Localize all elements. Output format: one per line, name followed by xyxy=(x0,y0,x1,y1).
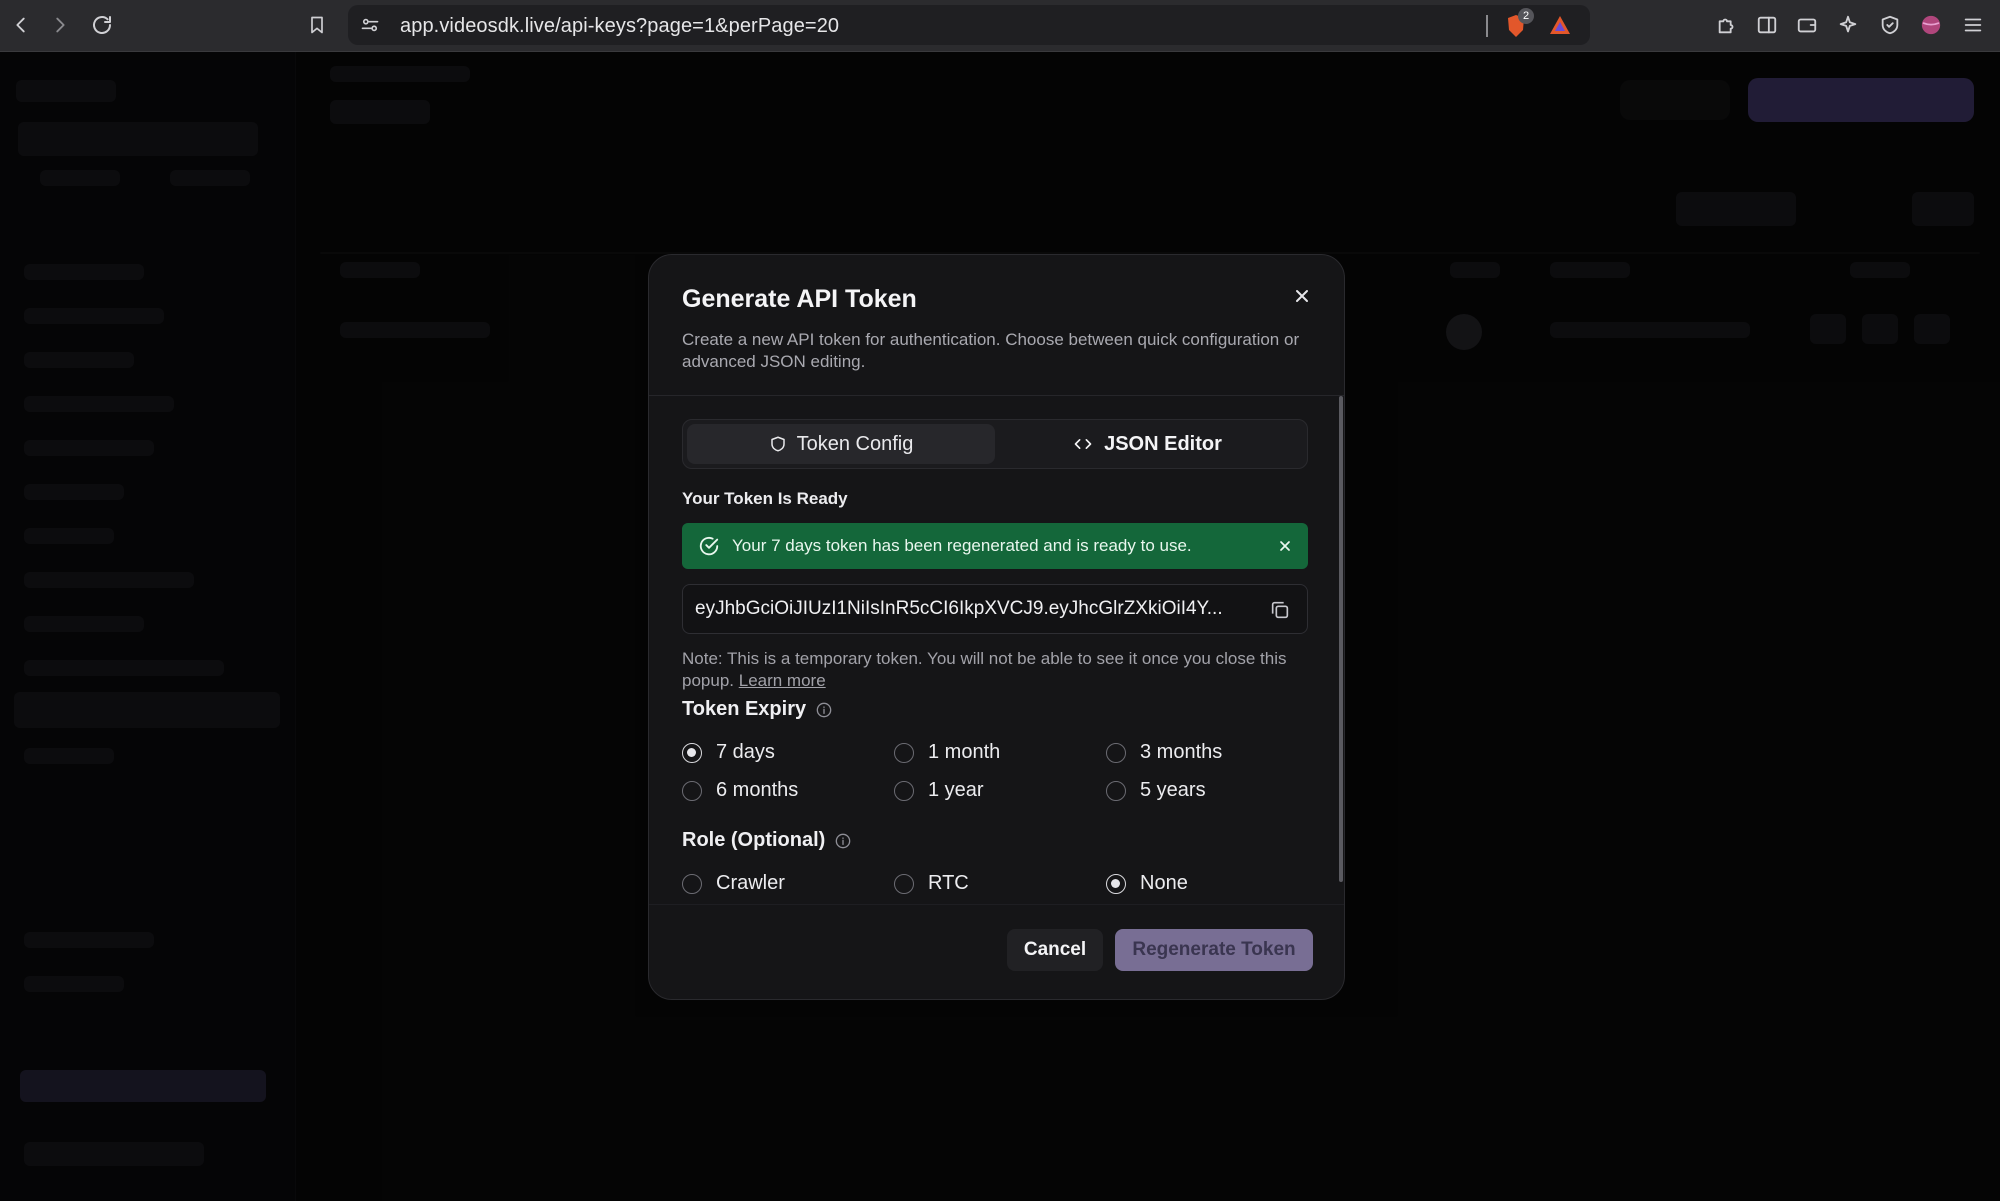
leo-ai-button[interactable] xyxy=(1833,10,1863,40)
alert-dismiss-button[interactable] xyxy=(1274,535,1296,557)
profile-avatar[interactable] xyxy=(1916,10,1946,40)
radio-indicator xyxy=(682,742,702,763)
reload-icon xyxy=(93,16,111,34)
radio-indicator xyxy=(682,873,702,894)
learn-more-link[interactable]: Learn more xyxy=(739,671,826,690)
radio-indicator xyxy=(894,780,914,801)
info-icon xyxy=(816,702,832,717)
expiry-option-1-month[interactable]: 1 month xyxy=(894,741,1000,764)
puzzle-icon xyxy=(1718,18,1734,34)
browser-toolbar: app.videosdk.live/api-keys?page=1&perPag… xyxy=(0,0,2000,52)
expiry-option-1-year[interactable]: 1 year xyxy=(894,779,984,802)
radio-indicator xyxy=(682,780,702,801)
radio-label: Crawler xyxy=(716,872,785,894)
code-icon xyxy=(1074,439,1092,449)
brave-shields-icon[interactable]: 2 xyxy=(1504,8,1534,39)
url-text: app.videosdk.live/api-keys?page=1&perPag… xyxy=(400,15,840,37)
expiry-option-5-years[interactable]: 5 years xyxy=(1106,779,1206,802)
mode-tabs: Token Config JSON Editor xyxy=(682,419,1308,469)
info-icon xyxy=(835,833,851,848)
forward-button[interactable] xyxy=(45,10,75,40)
shield-icon xyxy=(770,436,785,452)
tab-label: JSON Editor xyxy=(1104,432,1222,455)
expiry-option-6-months[interactable]: 6 months xyxy=(682,779,798,802)
tab-label: Token Config xyxy=(796,432,914,455)
cancel-button[interactable]: Cancel xyxy=(1007,929,1103,971)
radio-label: 1 month xyxy=(928,741,1001,763)
role-heading: Role (Optional) xyxy=(682,829,851,852)
token-expiry-heading: Token Expiry xyxy=(682,698,832,721)
radio-label: 7 days xyxy=(716,741,775,763)
radio-label: 5 years xyxy=(1140,779,1206,801)
chevron-right-icon xyxy=(56,17,65,33)
check-circle-icon xyxy=(699,536,719,556)
url-divider xyxy=(1486,15,1488,37)
close-icon xyxy=(1296,290,1308,302)
extensions-button[interactable] xyxy=(1712,10,1742,40)
expiry-option-7-days[interactable]: 7 days xyxy=(682,741,775,764)
role-option-none[interactable]: None xyxy=(1106,872,1188,895)
menu-button[interactable] xyxy=(1958,10,1988,40)
reload-button[interactable] xyxy=(87,10,117,40)
wallet-button[interactable] xyxy=(1792,10,1822,40)
radio-indicator xyxy=(1106,742,1126,763)
bookmark-button[interactable] xyxy=(302,10,332,40)
alert-message: Your 7 days token has been regenerated a… xyxy=(732,536,1192,555)
bookmark-icon xyxy=(311,16,323,34)
generate-token-dialog: Generate API Token Create a new API toke… xyxy=(648,254,1345,1000)
role-option-rtc[interactable]: RTC xyxy=(894,872,969,895)
copy-token-button[interactable] xyxy=(1267,597,1293,623)
radio-label: 1 year xyxy=(928,779,984,801)
token-expiry-title: Token Expiry xyxy=(682,698,807,720)
radio-indicator xyxy=(1106,873,1126,894)
expiry-option-3-months[interactable]: 3 months xyxy=(1106,741,1222,764)
success-alert: Your 7 days token has been regenerated a… xyxy=(682,523,1308,569)
radio-indicator xyxy=(894,873,914,894)
wallet-icon xyxy=(1797,18,1817,33)
token-value: eyJhbGciOiJIUzI1NiIsInR5cCI6IkpXVCJ9.eyJ… xyxy=(695,598,1223,619)
shield-check-icon xyxy=(1881,15,1899,35)
vpn-button[interactable] xyxy=(1875,10,1905,40)
tab-token-config[interactable]: Token Config xyxy=(687,424,995,464)
sparkle-icon xyxy=(1839,15,1857,33)
close-icon xyxy=(1280,541,1290,551)
radio-indicator xyxy=(1106,780,1126,801)
dialog-scroll-area[interactable]: Token Config JSON Editor Your Token Is R… xyxy=(649,396,1344,904)
regenerate-token-button[interactable]: Regenerate Token xyxy=(1115,929,1313,971)
back-button[interactable] xyxy=(6,10,36,40)
role-option-crawler[interactable]: Crawler xyxy=(682,872,785,895)
dialog-title: Generate API Token xyxy=(682,285,917,313)
copy-icon xyxy=(1271,601,1289,619)
radio-label: 3 months xyxy=(1140,741,1223,763)
address-bar[interactable]: app.videosdk.live/api-keys?page=1&perPag… xyxy=(348,5,1590,45)
role-title: Role (Optional) xyxy=(682,829,826,851)
token-field[interactable]: eyJhbGciOiJIUzI1NiIsInR5cCI6IkpXVCJ9.eyJ… xyxy=(682,584,1308,634)
sidebar-icon xyxy=(1757,16,1777,34)
radio-label: None xyxy=(1140,872,1188,894)
chevron-left-icon xyxy=(16,17,25,33)
footer-divider xyxy=(649,904,1344,905)
dialog-description: Create a new API token for authenticatio… xyxy=(682,330,1300,371)
radio-indicator xyxy=(894,742,914,763)
close-button[interactable] xyxy=(1289,283,1315,309)
site-settings-icon xyxy=(361,18,379,32)
shields-count-badge: 2 xyxy=(1518,8,1534,24)
token-ready-label: Your Token Is Ready xyxy=(682,489,848,508)
avatar-icon xyxy=(1921,15,1941,35)
radio-label: 6 months xyxy=(716,779,799,801)
sidebar-toggle-button[interactable] xyxy=(1752,10,1782,40)
brave-rewards-icon[interactable] xyxy=(1548,14,1572,36)
hamburger-icon xyxy=(1964,18,1982,32)
tab-json-editor[interactable]: JSON Editor xyxy=(993,424,1301,464)
radio-label: RTC xyxy=(928,872,969,894)
temporary-token-note: Note: This is a temporary token. You wil… xyxy=(682,648,1312,692)
dialog-scrollbar[interactable] xyxy=(1339,396,1343,882)
